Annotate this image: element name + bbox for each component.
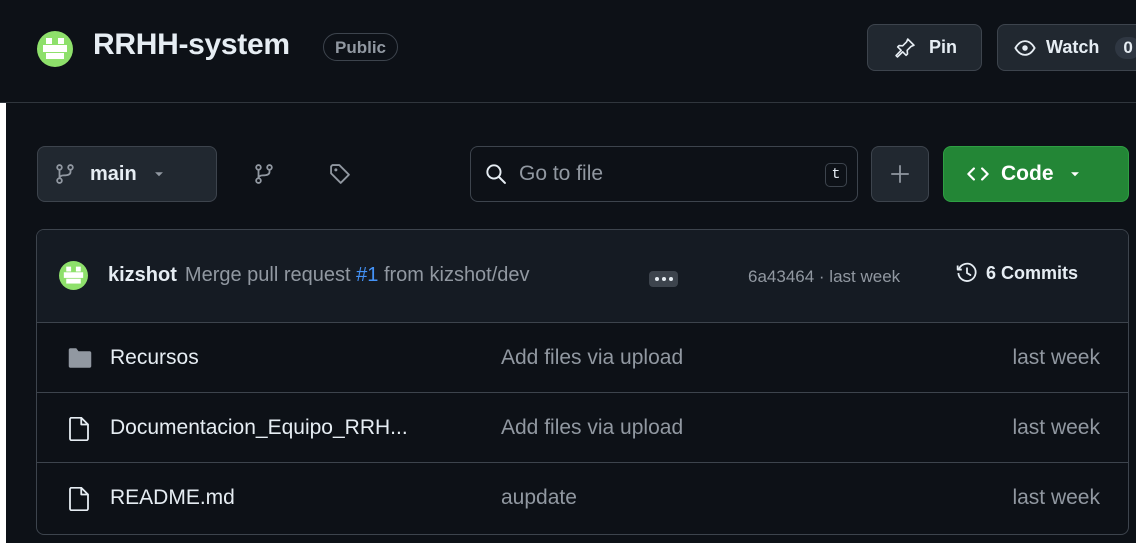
watch-count: 0 [1115, 36, 1136, 59]
chevron-down-icon [154, 172, 163, 177]
watch-button[interactable]: Watch 0 [997, 24, 1136, 71]
add-file-button[interactable] [871, 146, 929, 202]
commit-author[interactable]: kizshot [108, 264, 177, 286]
repo-name[interactable]: RRHH-system [93, 28, 290, 62]
search-input[interactable] [517, 161, 811, 187]
ellipsis-dot [661, 277, 666, 281]
keyboard-shortcut-hint: t [825, 163, 847, 187]
commits-count-label: 6 Commits [986, 262, 1079, 283]
eye-icon [1014, 39, 1036, 56]
file-commit-date: last week [1012, 346, 1100, 369]
file-row[interactable]: README.md aupdate last week [37, 463, 1128, 533]
visibility-badge: Public [323, 33, 399, 61]
search-icon [486, 164, 506, 184]
file-name[interactable]: Recursos [110, 346, 199, 370]
file-icon [69, 487, 89, 511]
commit-message-suffix[interactable]: from kizshot/dev [384, 264, 530, 286]
branches-button[interactable] [244, 154, 284, 194]
file-commit-message[interactable]: Add files via upload [501, 346, 683, 370]
ellipsis-dot [654, 277, 659, 281]
tags-button[interactable] [320, 154, 360, 194]
branch-selector[interactable]: main [37, 146, 217, 202]
file-commit-date: last week [1012, 486, 1100, 509]
commit-hash-time[interactable]: 6a43464 · last week [748, 267, 900, 287]
file-name[interactable]: README.md [110, 486, 235, 510]
commits-history-link[interactable]: 6 Commits [956, 262, 1078, 284]
file-row[interactable]: Recursos Add files via upload last week [37, 323, 1128, 393]
expand-commit-button[interactable] [649, 271, 678, 287]
file-commit-message[interactable]: aupdate [501, 486, 577, 510]
code-label: Code [1001, 162, 1054, 185]
code-icon [967, 167, 989, 181]
go-to-file-search[interactable]: t [470, 146, 858, 202]
pin-label: Pin [929, 37, 958, 57]
history-icon [956, 262, 977, 282]
file-browser: kizshot Merge pull request #1 from kizsho… [36, 229, 1129, 535]
code-button[interactable]: Code [943, 146, 1129, 202]
ellipsis-dot [668, 277, 673, 281]
file-name[interactable]: Documentacion_Equipo_RRH... [110, 416, 408, 440]
chevron-down-icon [1070, 172, 1079, 177]
pin-icon [895, 37, 915, 58]
author-avatar[interactable] [59, 261, 88, 290]
commit-message-prefix[interactable]: Merge pull request [185, 264, 351, 286]
watch-label: Watch [1046, 37, 1100, 57]
latest-commit-bar: kizshot Merge pull request #1 from kizsho… [37, 230, 1128, 323]
file-icon [69, 417, 89, 441]
pin-button[interactable]: Pin [867, 24, 982, 71]
repo-avatar[interactable] [37, 31, 73, 67]
repo-header: RRHH-system Public Pin Watch 0 [0, 0, 1136, 103]
branch-name: main [90, 162, 137, 185]
pull-request-link[interactable]: #1 [356, 264, 378, 286]
file-commit-message[interactable]: Add files via upload [501, 416, 683, 440]
file-commit-date: last week [1012, 416, 1100, 439]
tag-icon [330, 164, 350, 184]
git-branch-icon [56, 164, 74, 184]
commit-summary: kizshot Merge pull request #1 from kizsho… [108, 264, 530, 287]
file-row[interactable]: Documentacion_Equipo_RRH... Add files vi… [37, 393, 1128, 463]
git-branch-icon [255, 164, 273, 184]
folder-icon [68, 348, 92, 368]
plus-icon [891, 165, 909, 183]
